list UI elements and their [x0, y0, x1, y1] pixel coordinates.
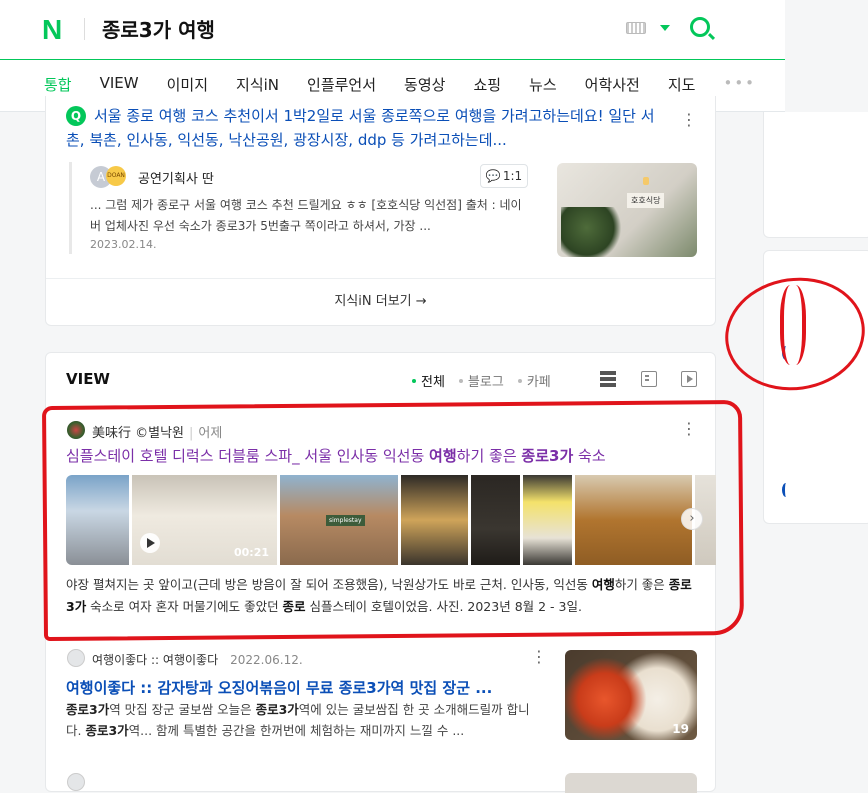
tab-influencer[interactable]: 인플루언서 — [307, 74, 376, 95]
more-options-icon[interactable]: ⋮ — [681, 110, 697, 129]
more-options-icon[interactable]: ⋮ — [531, 647, 547, 666]
plant-shape — [561, 207, 625, 257]
list-view-icon[interactable] — [600, 371, 616, 387]
answer-thumbnail[interactable]: 호호식당 — [557, 163, 697, 257]
search-query[interactable]: 종로3가 여행 — [102, 14, 215, 43]
keyboard-icon[interactable] — [626, 22, 646, 34]
desc-text: 역 맛집 장군 굴보쌈 오늘은 — [109, 702, 256, 717]
answer-snippet[interactable]: ... 그럼 제가 종로구 서울 여행 코스 추천 드릴게요 ㅎㅎ [호호식당 … — [90, 195, 530, 237]
lamp-shape — [643, 177, 649, 185]
search-icon[interactable] — [690, 17, 710, 37]
desc-highlight: 종로3가 — [85, 723, 129, 738]
filter-cafe[interactable]: 카페 — [517, 371, 551, 390]
desc-highlight: 종로3가 — [66, 702, 110, 717]
post-description[interactable]: 종로3가역 맛집 장군 굴보쌈 오늘은 종로3가역에 있는 굴보쌈집 한 곳 소… — [66, 699, 536, 741]
tab-integrated[interactable]: 통합 — [44, 74, 72, 95]
side-link-icon[interactable] — [782, 483, 790, 497]
search-tabs: 통합 VIEW 이미지 지식iN 인플루언서 동영상 쇼핑 뉴스 어학사전 지도… — [44, 74, 784, 95]
tab-shopping[interactable]: 쇼핑 — [473, 74, 501, 95]
dot-icon — [517, 379, 522, 383]
filter-label: 블로그 — [467, 375, 504, 390]
chat-bubble-icon: 💬 — [485, 169, 501, 183]
triangle-down-icon[interactable] — [660, 25, 670, 31]
expert-badge-icon: DOAN — [106, 166, 126, 186]
more-tabs-icon[interactable]: ••• — [723, 74, 756, 95]
tab-image[interactable]: 이미지 — [167, 74, 208, 95]
kin-question-title[interactable]: Q 서울 종로 여행 코스 추천이서 1박2일로 서울 종로쪽으로 여행을 가려고… — [66, 104, 666, 152]
red-annotation-number-one — [780, 285, 806, 365]
photo-count: 19 — [672, 722, 689, 736]
header-underline — [0, 59, 785, 60]
filter-all[interactable]: 전체 — [412, 371, 445, 390]
post-title[interactable]: 여행이좋다 :: 감자탕과 오징어볶음이 무료 종로3가역 맛집 장군 ... — [66, 677, 541, 698]
filter-label: 카페 — [526, 375, 551, 390]
desc-text: 역... 함께 특별한 공간을 한꺼번에 체험하는 재미까지 느낄 수 ... — [128, 723, 465, 738]
tab-dictionary[interactable]: 어학사전 — [585, 74, 640, 95]
avatar[interactable] — [67, 773, 85, 791]
filter-blog[interactable]: 블로그 — [458, 371, 504, 390]
kin-section: Q 서울 종로 여행 코스 추천이서 1박2일로 서울 종로쪽으로 여행을 가려고… — [45, 96, 716, 326]
tab-news[interactable]: 뉴스 — [529, 74, 557, 95]
view-filters: 전체 블로그 카페 — [412, 371, 551, 390]
desc-highlight: 종로3가 — [255, 702, 299, 717]
filter-label: 전체 — [421, 375, 445, 390]
post-author: 여행이좋다 :: 여행이좋다 2022.06.12. — [92, 651, 303, 668]
question-badge-icon: Q — [66, 106, 86, 126]
answer-date: 2023.02.14. — [90, 238, 157, 251]
chat-button[interactable]: 💬 1:1 — [480, 164, 528, 188]
side-panel-top — [763, 112, 868, 238]
author-name[interactable]: 여행이좋다 :: 여행이좋다 — [92, 653, 218, 667]
store-sign: 호호식당 — [627, 193, 665, 208]
kin-more-button[interactable]: 지식iN 더보기 → — [46, 278, 715, 325]
naver-logo[interactable]: N — [42, 14, 62, 46]
kin-question-text[interactable]: 서울 종로 여행 코스 추천이서 1박2일로 서울 종로쪽으로 여행을 가려고하… — [66, 107, 655, 149]
dot-icon — [458, 379, 463, 383]
header-divider — [84, 18, 85, 40]
post-thumbnail[interactable]: 19 — [565, 650, 697, 740]
answer-bar — [69, 162, 72, 254]
thumbnail-view-icon[interactable] — [641, 371, 657, 387]
answerer-name[interactable]: 공연기획사 딴 — [138, 168, 214, 187]
avatar[interactable] — [67, 649, 85, 667]
red-annotation-box — [41, 399, 745, 642]
section-title: VIEW — [66, 370, 110, 388]
tab-map[interactable]: 지도 — [668, 74, 696, 95]
video-view-icon[interactable] — [681, 371, 697, 387]
post-thumbnail[interactable] — [565, 773, 697, 793]
tab-view[interactable]: VIEW — [100, 74, 139, 95]
dot-icon — [412, 379, 416, 383]
tab-video[interactable]: 동영상 — [404, 74, 445, 95]
chat-label: 1:1 — [502, 169, 523, 183]
post-date: 2022.06.12. — [230, 653, 303, 667]
tab-kin[interactable]: 지식iN — [236, 74, 279, 95]
